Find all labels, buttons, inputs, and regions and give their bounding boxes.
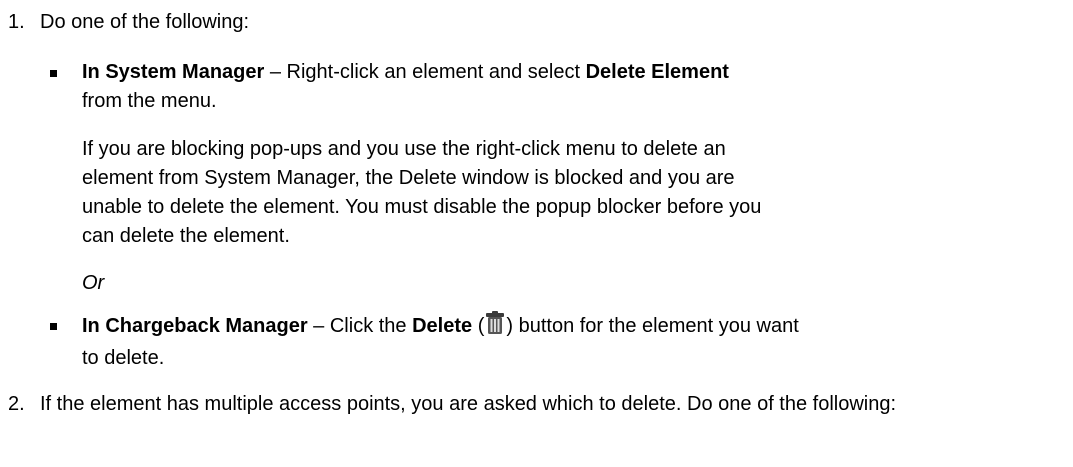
option-chargeback-manager: In Chargeback Manager – Click the Delete…	[0, 311, 802, 373]
option-text: – Click the	[307, 315, 413, 337]
step-2: 2. If the element has multiple access po…	[0, 390, 1073, 419]
button-name: Delete	[412, 315, 473, 337]
menu-item-name: Delete Element	[585, 61, 729, 83]
option-label: In Chargeback Manager	[82, 315, 308, 337]
bullet-square-icon	[50, 70, 57, 77]
option-text: – Right-click an element and select	[264, 61, 586, 83]
document-content: 1. Do one of the following: In System Ma…	[0, 0, 1073, 419]
option-text-end: from the menu.	[82, 90, 217, 112]
step-number: 2.	[8, 393, 25, 415]
trash-icon	[485, 311, 505, 344]
note-paragraph: If you are blocking pop-ups and you use …	[82, 138, 762, 247]
paren-open: (	[472, 315, 485, 337]
step-text: If the element has multiple access point…	[40, 393, 897, 415]
option-label: In System Manager	[82, 61, 265, 83]
or-label: Or	[82, 272, 105, 294]
step-number: 1.	[8, 11, 25, 33]
step-text: Do one of the following:	[40, 11, 250, 33]
step-1: 1. Do one of the following:	[0, 8, 1073, 37]
option-system-manager: In System Manager – Right-click an eleme…	[0, 58, 742, 116]
bullet-square-icon	[50, 323, 57, 330]
